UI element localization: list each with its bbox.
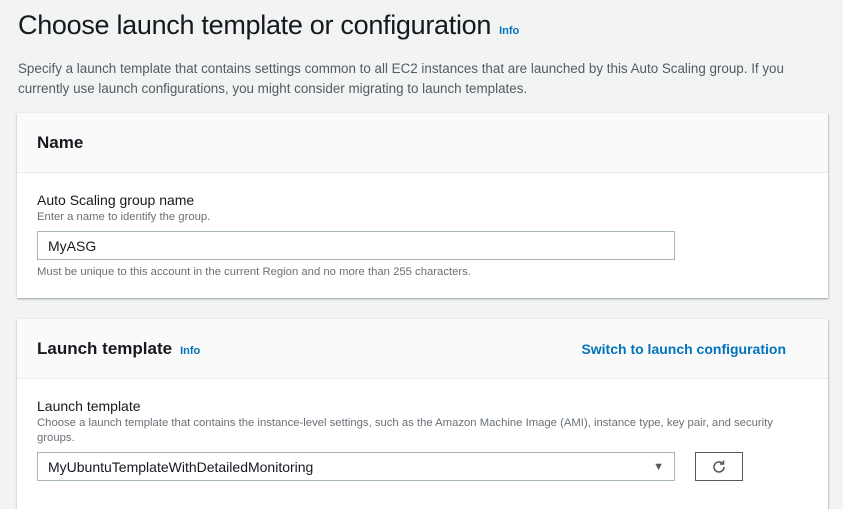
asg-name-hint: Enter a name to identify the group.	[37, 211, 211, 223]
switch-to-launch-configuration-link[interactable]: Switch to launch configuration	[581, 341, 786, 357]
asg-name-value: MyASG	[48, 237, 97, 254]
launch-template-card: Launch template Info Switch to launch con…	[17, 319, 828, 509]
page-description: Specify a launch template that contains …	[18, 61, 784, 96]
asg-name-label: Auto Scaling group name	[37, 192, 195, 208]
page-title-text: Choose launch template or configuration	[18, 10, 492, 40]
refresh-icon	[713, 460, 725, 473]
launch-template-title-text: Launch template	[37, 338, 173, 358]
asg-name-constraint: Must be unique to this account in the cu…	[37, 266, 471, 278]
launch-template-label: Launch template	[37, 398, 141, 414]
caret-down-icon: ▼	[653, 460, 664, 473]
launch-template-info-link[interactable]: Info	[180, 345, 200, 357]
refresh-button[interactable]	[695, 452, 743, 481]
name-card-header: Name	[17, 113, 828, 173]
launch-template-card-header: Launch template Info Switch to launch con…	[17, 319, 828, 379]
launch-template-hint: Choose a launch template that contains t…	[37, 417, 773, 444]
launch-template-select[interactable]: MyUbuntuTemplateWithDetailedMonitoring ▼	[37, 452, 675, 481]
info-link[interactable]: Info	[499, 25, 519, 37]
asg-name-input[interactable]: MyASG	[37, 231, 675, 260]
launch-template-card-title: Launch template Info	[37, 339, 200, 359]
page-title: Choose launch template or configuration I…	[18, 10, 519, 41]
launch-template-selected-value: MyUbuntuTemplateWithDetailedMonitoring	[48, 458, 314, 475]
name-card: Name Auto Scaling group name Enter a nam…	[17, 113, 828, 298]
name-card-title: Name	[37, 132, 84, 152]
